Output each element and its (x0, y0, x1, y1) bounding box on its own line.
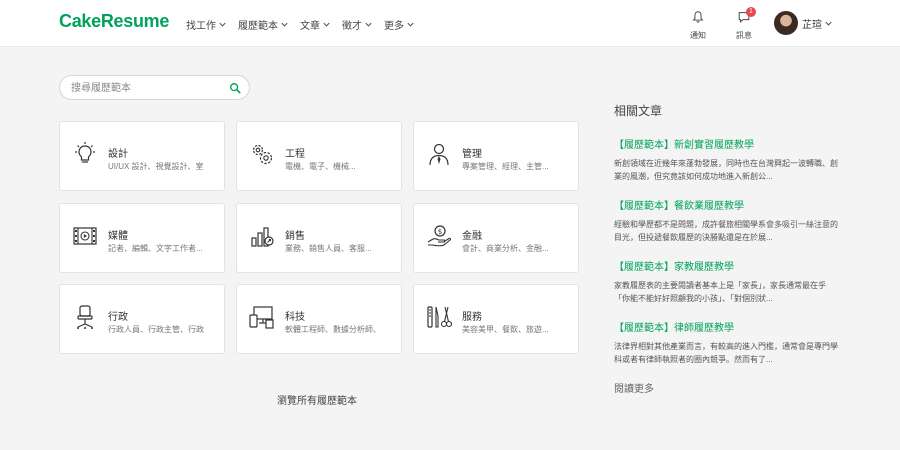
nav-item-label: 更多 (384, 21, 404, 32)
category-subtitle: 業務、銷售人員、客服... (285, 244, 372, 253)
category-title: 銷售 (285, 231, 305, 242)
template-search (59, 75, 250, 100)
bell-icon (692, 11, 704, 23)
category-subtitle: 行政人員、行政主管、行政 (108, 325, 204, 334)
nav-item-articles[interactable]: 文章 (300, 17, 331, 32)
article-item: 【履歷範本】家教履歷教學 家教履歷表的主要閱讀者基本上是「家長」，家長通常最在乎… (614, 258, 840, 305)
category-card-design[interactable]: 設計 UI/UX 設計、視覺設計、室 (59, 121, 225, 191)
category-subtitle: UI/UX 設計、視覺設計、室 (108, 162, 204, 171)
manager-icon (429, 143, 449, 166)
user-name: 芷瑄 (802, 19, 822, 31)
nav-item-resume-templates[interactable]: 履歷範本 (238, 17, 289, 32)
article-excerpt: 新創領域在近幾年來蓬勃發展，同時也在台灣興起一波轉職、創業的風潮，但究竟該如何成… (614, 159, 838, 181)
chevron-down-icon (365, 22, 372, 27)
chevron-down-icon (407, 22, 414, 27)
chevron-down-icon (825, 21, 832, 26)
money-hand-icon: $ (427, 225, 451, 247)
chart-icon (251, 227, 274, 247)
article-item: 【履歷範本】律師履歷教學 法律界相對其他產業而言，有較高的進入門檻，通常會是專門… (614, 319, 840, 366)
main-nav: 找工作 履歷範本 文章 徵才 更多 (186, 17, 426, 32)
film-icon (73, 227, 97, 245)
messages-label: 訊息 (736, 31, 752, 40)
category-title: 服務 (462, 312, 482, 323)
nav-item-find-jobs[interactable]: 找工作 (186, 17, 227, 32)
category-card-administration[interactable]: 行政 行政人員、行政主管、行政 (59, 284, 225, 354)
category-title: 工程 (285, 149, 305, 160)
category-title: 媒體 (108, 231, 128, 242)
article-title-link[interactable]: 【履歷範本】新創實習履歷教學 (614, 136, 840, 151)
nav-item-label: 履歷範本 (238, 21, 278, 32)
category-title: 金融 (462, 231, 482, 242)
category-card-service[interactable]: 服務 美容美甲、餐飲、旅遊... (413, 284, 579, 354)
browse-all-templates-link[interactable]: 瀏覽所有履歷範本 (277, 392, 357, 407)
article-title-link[interactable]: 【履歷範本】家教履歷教學 (614, 258, 840, 273)
nav-item-recruiting[interactable]: 徵才 (342, 17, 373, 32)
tools-icon (427, 306, 452, 328)
article-excerpt: 法律界相對其他產業而言，有較高的進入門檻，通常會是專門學科或者有律師執照者的圈內… (614, 342, 838, 364)
category-title: 行政 (108, 312, 128, 323)
article-item: 【履歷範本】新創實習履歷教學 新創領域在近幾年來蓬勃發展，同時也在台灣興起一波轉… (614, 136, 840, 183)
nav-item-label: 文章 (300, 21, 320, 32)
category-subtitle: 美容美甲、餐飲、旅遊... (462, 325, 549, 334)
article-title-link[interactable]: 【履歷範本】律師履歷教學 (614, 319, 840, 334)
category-title: 科技 (285, 312, 305, 323)
category-title: 管理 (462, 149, 482, 160)
category-card-management[interactable]: 管理 專案管理、經理、主管... (413, 121, 579, 191)
related-articles-heading: 相關文章 (614, 104, 663, 118)
notifications-label: 通知 (690, 31, 706, 40)
category-subtitle: 記者、編輯、文字工作者... (108, 244, 203, 253)
top-navbar: CakeResume 找工作 履歷範本 文章 徵才 更多 通知 1 訊息 芷瑄 (0, 0, 900, 47)
article-excerpt: 家教履歷表的主要閱讀者基本上是「家長」，家長通常最在乎「你能不能好好照顧我的小孩… (614, 281, 826, 303)
gears-icon (252, 144, 273, 165)
avatar (774, 11, 798, 35)
messages-badge: 1 (746, 7, 756, 17)
category-card-sales[interactable]: 銷售 業務、銷售人員、客服... (236, 203, 402, 273)
article-title-link[interactable]: 【履歷範本】餐飲業履歷教學 (614, 197, 840, 212)
lightbulb-icon (75, 142, 95, 163)
chevron-down-icon (323, 22, 330, 27)
brand-logo[interactable]: CakeResume (59, 11, 169, 32)
notifications-button[interactable]: 通知 (685, 10, 711, 41)
search-icon[interactable] (229, 82, 241, 94)
category-subtitle: 軟體工程師、數據分析師、 (285, 325, 381, 334)
user-menu[interactable]: 芷瑄 (774, 11, 833, 35)
chevron-down-icon (219, 22, 226, 27)
category-subtitle: 專案管理、經理、主管... (462, 162, 549, 171)
messages-button[interactable]: 1 訊息 (731, 7, 757, 41)
office-chair-icon (77, 305, 93, 329)
category-card-engineering[interactable]: 工程 電機、電子、機械... (236, 121, 402, 191)
category-subtitle: 會計、商業分析、金融... (462, 244, 549, 253)
category-card-technology[interactable]: 科技 軟體工程師、數據分析師、 (236, 284, 402, 354)
nav-item-label: 找工作 (186, 21, 216, 32)
category-card-finance[interactable]: $ 金融 會計、商業分析、金融... (413, 203, 579, 273)
category-title: 設計 (108, 149, 128, 160)
read-more-link[interactable]: 閱讀更多 (614, 380, 654, 395)
nav-item-label: 徵才 (342, 21, 362, 32)
devices-icon (249, 306, 274, 329)
article-item: 【履歷範本】餐飲業履歷教學 經驗和學歷都不是問題，成許餐旅相關學系會多吸引一絲注… (614, 197, 840, 244)
chevron-down-icon (281, 22, 288, 27)
svg-text:$: $ (438, 228, 442, 236)
nav-item-more[interactable]: 更多 (384, 17, 415, 32)
article-excerpt: 經驗和學歷都不是問題，成許餐旅相關學系會多吸引一絲注意的目光，但投遞餐飲履歷的決… (614, 220, 838, 242)
search-input[interactable] (71, 81, 221, 95)
category-card-media[interactable]: 媒體 記者、編輯、文字工作者... (59, 203, 225, 273)
category-subtitle: 電機、電子、機械... (285, 162, 356, 171)
